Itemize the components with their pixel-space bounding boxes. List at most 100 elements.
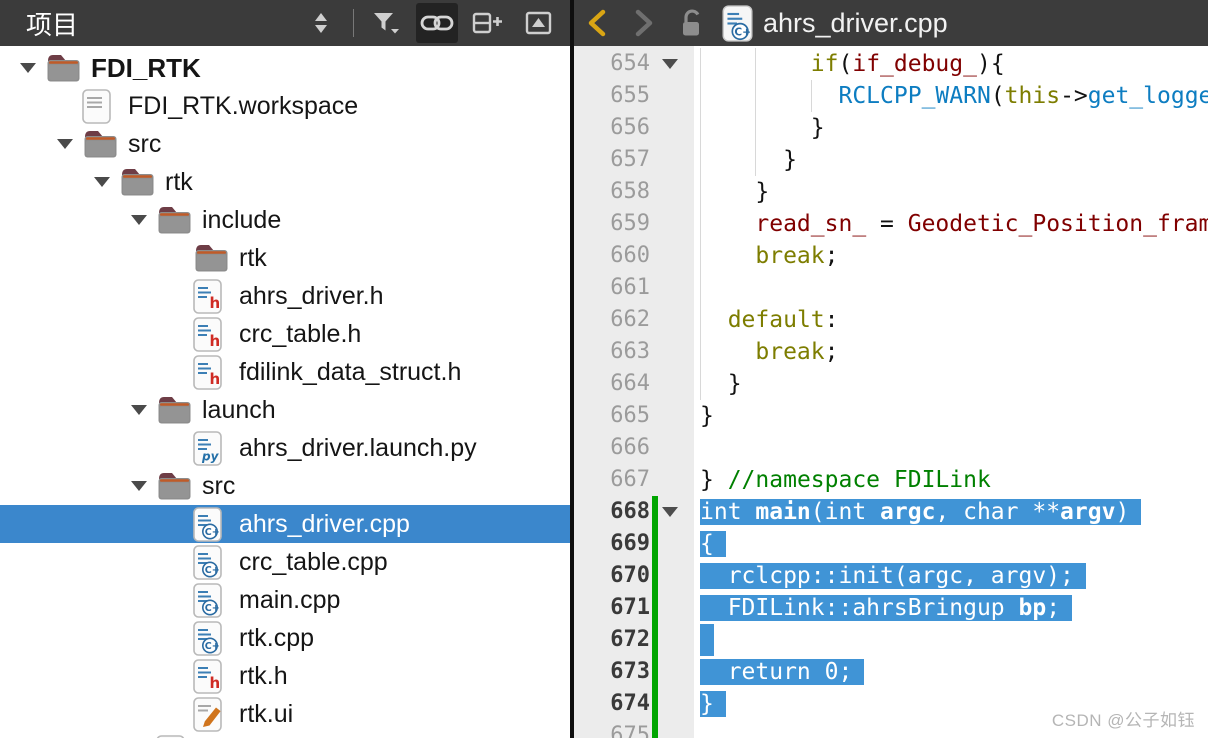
folder-icon — [193, 243, 230, 273]
code-line[interactable]: } //namespace FDILink — [694, 464, 1208, 496]
code-token: return 0; — [700, 659, 853, 685]
filter-icon — [374, 13, 399, 34]
tree-item-src[interactable]: src — [0, 125, 570, 163]
tree-item-label: fdilink_data_struct.h — [239, 357, 462, 386]
indent-guide — [700, 208, 701, 240]
code-line[interactable]: } — [694, 368, 1208, 400]
expander-icon[interactable] — [10, 63, 45, 73]
tree-item-label: src — [128, 129, 162, 158]
code-line[interactable]: return 0; — [694, 656, 1208, 688]
folder-icon — [119, 167, 156, 197]
tree-item-FDI_RTK.workspace[interactable]: FDI_RTK.workspace — [0, 87, 570, 125]
code-token: bp — [1018, 595, 1047, 621]
code-line[interactable]: read_sn_ = Geodetic_Position_fram — [694, 208, 1208, 240]
tree-item-partial[interactable] — [0, 733, 570, 738]
code-token: if — [810, 51, 839, 77]
code-line[interactable]: break; — [694, 336, 1208, 368]
tree-item-label: ahrs_driver.launch.py — [239, 433, 477, 462]
tree-item-rtk[interactable]: rtk — [0, 239, 570, 277]
tree-item-ahrs_driver.launch.py[interactable]: py ahrs_driver.launch.py — [0, 429, 570, 467]
tree-item-label: rtk.ui — [239, 699, 294, 728]
tree-item-rtk[interactable]: rtk — [0, 163, 570, 201]
selection-highlight: int main(int argc, char **argv) — [700, 499, 1142, 525]
gutter-row: 671 — [574, 592, 694, 624]
indent-guide — [700, 80, 701, 112]
gutter-row: 664 — [574, 368, 694, 400]
gutter-row: 661 — [574, 272, 694, 304]
line-number: 671 — [610, 595, 650, 620]
tree-item-crc_table.cpp[interactable]: C+ crc_table.cpp — [0, 543, 570, 581]
gutter-row: 673 — [574, 656, 694, 688]
modified-line-bar — [652, 624, 658, 656]
sort-button[interactable] — [300, 3, 342, 43]
gutter-row: 663 — [574, 336, 694, 368]
tree-item-rtk.ui[interactable]: rtk.ui — [0, 695, 570, 733]
split-button[interactable] — [467, 3, 509, 43]
code-line[interactable] — [694, 432, 1208, 464]
tree-item-main.cpp[interactable]: C+ main.cpp — [0, 581, 570, 619]
svg-text:h: h — [210, 294, 221, 312]
tree-item-ahrs_driver.cpp[interactable]: C+ ahrs_driver.cpp — [0, 505, 570, 543]
expander-icon[interactable] — [84, 177, 119, 187]
code-line[interactable]: FDILink::ahrsBringup bp; — [694, 592, 1208, 624]
tree-item-ahrs_driver.h[interactable]: h ahrs_driver.h — [0, 277, 570, 315]
code-token: int — [700, 499, 756, 525]
gutter-row: 667 — [574, 464, 694, 496]
code-line[interactable]: break; — [694, 240, 1208, 272]
back-button[interactable] — [574, 0, 620, 46]
selection-highlight: { — [700, 531, 726, 557]
code-line[interactable] — [694, 272, 1208, 304]
code-line[interactable]: } — [694, 144, 1208, 176]
expander-icon[interactable] — [121, 481, 156, 491]
line-number: 654 — [610, 51, 650, 76]
tree-item-rtk.cpp[interactable]: C+ rtk.cpp — [0, 619, 570, 657]
editor-toolbar: C+ ahrs_driver.cpp — [574, 0, 1208, 46]
folder-icon — [82, 129, 119, 159]
line-number: 663 — [610, 339, 650, 364]
code-token: ; — [824, 339, 839, 365]
code-line[interactable]: int main(int argc, char **argv) — [694, 496, 1208, 528]
modified-line-bar — [652, 528, 658, 560]
code-line[interactable]: { — [694, 528, 1208, 560]
indent-guide — [700, 304, 701, 336]
toolbar-separator — [353, 9, 354, 37]
code-line[interactable] — [694, 624, 1208, 656]
code-area[interactable]: if(if_debug_){ RCLCPP_WARN(this->get_log… — [694, 46, 1208, 738]
expander-icon[interactable] — [47, 139, 82, 149]
code-token: get_logger — [1087, 83, 1208, 109]
tree-item-launch[interactable]: launch — [0, 391, 570, 429]
link-with-editor-button[interactable] — [416, 3, 458, 43]
expander-icon[interactable] — [121, 405, 156, 415]
code-line[interactable]: default: — [694, 304, 1208, 336]
tree-item-include[interactable]: include — [0, 201, 570, 239]
fold-marker-icon[interactable] — [662, 507, 678, 517]
modified-line-bar — [652, 560, 658, 592]
tree-item-crc_table.h[interactable]: h crc_table.h — [0, 315, 570, 353]
code-line[interactable]: } — [694, 400, 1208, 432]
code-line[interactable]: if(if_debug_){ — [694, 48, 1208, 80]
tree-item-src[interactable]: src — [0, 467, 570, 505]
file-generic-icon — [82, 88, 119, 124]
file-ui-icon — [193, 696, 230, 732]
modified-line-bar — [652, 688, 658, 720]
code-line[interactable]: } — [694, 176, 1208, 208]
lock-button[interactable] — [670, 0, 714, 46]
indent-guide — [700, 272, 701, 304]
code-token: argc — [880, 499, 936, 525]
fold-marker-icon[interactable] — [662, 59, 678, 69]
code-token: (int — [810, 499, 881, 525]
indent-guide — [810, 80, 812, 112]
tree-item-rtk.h[interactable]: h rtk.h — [0, 657, 570, 695]
tree-item-label: launch — [202, 395, 276, 424]
tree-item-fdilink_data_struct.h[interactable]: h fdilink_data_struct.h — [0, 353, 570, 391]
forward-button[interactable] — [620, 0, 666, 46]
tree-item-FDI_RTK[interactable]: FDI_RTK — [0, 49, 570, 87]
open-in-window-button[interactable] — [518, 3, 560, 43]
code-line[interactable]: rclcpp::init(argc, argv); — [694, 560, 1208, 592]
modified-line-bar — [652, 656, 658, 688]
expander-icon[interactable] — [121, 215, 156, 225]
code-line[interactable]: RCLCPP_WARN(this->get_logger — [694, 80, 1208, 112]
code-line[interactable]: } — [694, 112, 1208, 144]
code-token: RCLCPP_WARN — [838, 83, 991, 109]
filter-button[interactable] — [365, 3, 407, 43]
